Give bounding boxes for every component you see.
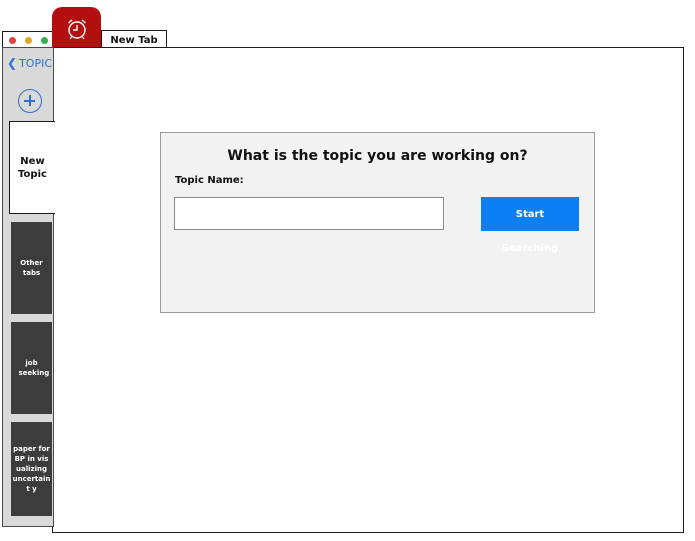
app-tab[interactable] [52,7,101,48]
sidebar-item-label: New Topic [18,155,47,180]
sidebar-item-label: job seeking [18,359,50,377]
chevron-left-icon: ❮ [7,56,18,70]
new-topic-dialog: What is the topic you are working on? To… [160,132,595,313]
sidebar-item-job-seeking[interactable]: job seeking [11,322,52,414]
window-controls-bar [2,31,54,47]
sidebar-item-paper-for-bp[interactable]: paper for BP in visualizing uncertaint y [11,422,52,516]
add-topic-button[interactable] [18,89,42,113]
start-searching-button[interactable]: Start Searching [481,197,579,254]
back-link-label: TOPIC [19,56,52,70]
tab-label: New Tab [110,35,158,46]
back-to-topic-link[interactable]: ❮ TOPIC [7,55,52,71]
sidebar-item-new-topic[interactable]: New Topic [9,121,55,214]
sidebar-item-label: paper for BP in visualizing uncertaint y [12,445,51,493]
sidebar-item-label: Other tabs [20,259,43,277]
sidebar-item-other-tabs[interactable]: Other tabs [11,222,52,314]
topic-name-label: Topic Name: [175,175,244,186]
close-window-dot[interactable] [9,37,16,44]
dialog-title: What is the topic you are working on? [227,148,528,164]
minimize-window-dot[interactable] [25,37,32,44]
topic-name-input[interactable] [174,197,444,230]
alarm-clock-icon [68,19,86,40]
maximize-window-dot[interactable] [41,37,48,44]
